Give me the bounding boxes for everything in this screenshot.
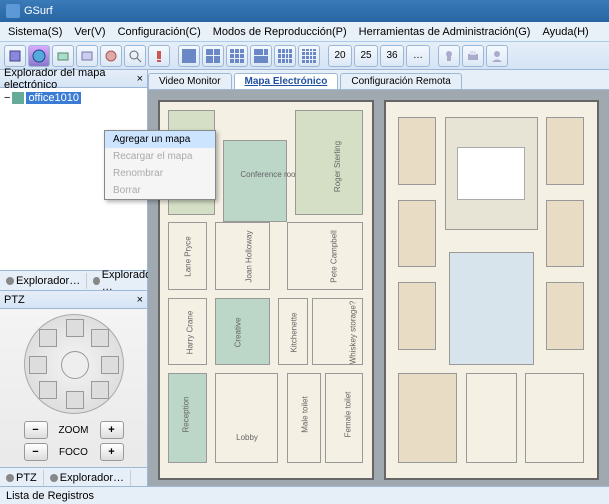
map-icon xyxy=(12,92,24,104)
tool-print[interactable] xyxy=(462,45,484,67)
ptz-right[interactable] xyxy=(101,356,119,374)
context-menu: Agregar un mapa Recargar el mapa Renombr… xyxy=(104,130,216,200)
dot-icon xyxy=(93,277,100,285)
floor-plan-right[interactable] xyxy=(384,100,600,480)
room-label: Female toilet xyxy=(343,392,352,438)
ctx-delete[interactable]: Borrar xyxy=(105,182,215,199)
tool-alert[interactable] xyxy=(148,45,170,67)
ctx-add-map[interactable]: Agregar un mapa xyxy=(105,131,215,148)
ptz-left[interactable] xyxy=(29,356,47,374)
room-label: Conference room xyxy=(240,170,302,179)
ptz-center[interactable] xyxy=(61,351,89,379)
room-label: Joan Holloway xyxy=(245,231,254,283)
dot-icon xyxy=(50,474,58,482)
ptz-title-label: PTZ xyxy=(4,294,25,306)
focus-label: FOCO xyxy=(54,447,94,458)
room-label: Roger Sterling xyxy=(333,141,342,192)
close-icon[interactable]: × xyxy=(137,73,143,85)
menu-herramientas[interactable]: Herramientas de Administración(G) xyxy=(353,24,537,40)
status-label: Lista de Registros xyxy=(6,490,94,502)
zoom-in[interactable]: + xyxy=(100,421,124,439)
ctx-rename[interactable]: Renombrar xyxy=(105,165,215,182)
dot-icon xyxy=(6,474,14,482)
tool-search[interactable] xyxy=(124,45,146,67)
tool-globe[interactable] xyxy=(28,45,50,67)
app-title: GSurf xyxy=(24,5,53,17)
room-label: Reception xyxy=(182,397,191,433)
room-label: Whiskey storage? xyxy=(348,300,357,364)
ptz-dpad xyxy=(0,309,147,419)
tab-remota[interactable]: Configuración Remota xyxy=(340,73,462,89)
ptz-sw[interactable] xyxy=(39,381,57,399)
map-view[interactable]: Don Draper Conference room Roger Sterlin… xyxy=(148,90,609,490)
room-label: Lobby xyxy=(236,433,258,442)
tree-item-label: office1010 xyxy=(26,92,81,104)
status-bar: Lista de Registros xyxy=(0,486,609,504)
left-tab-a[interactable]: Explorador… xyxy=(0,273,87,289)
focus-out[interactable]: − xyxy=(24,443,48,461)
layout-1x1[interactable] xyxy=(178,45,200,67)
layout-3x3[interactable] xyxy=(226,45,248,67)
ptz-tab-a[interactable]: PTZ xyxy=(0,470,44,486)
tool-joystick[interactable] xyxy=(438,45,460,67)
tab-video[interactable]: Video Monitor xyxy=(148,73,232,89)
tool-3[interactable] xyxy=(52,45,74,67)
layout-4x3[interactable] xyxy=(274,45,296,67)
tool-record[interactable] xyxy=(100,45,122,67)
layout-25[interactable]: 25 xyxy=(354,45,378,67)
right-pane: Video Monitor Mapa Electrónico Configura… xyxy=(148,70,609,490)
tab-mapa[interactable]: Mapa Electrónico xyxy=(234,73,339,89)
layout-4x4[interactable] xyxy=(298,45,320,67)
tree-item-office1010[interactable]: − office1010 xyxy=(4,92,143,104)
ctx-reload-map[interactable]: Recargar el mapa xyxy=(105,148,215,165)
room-label: Pete Campbell xyxy=(330,231,339,283)
room-label: Harry Crane xyxy=(186,310,195,354)
tool-1[interactable] xyxy=(4,45,26,67)
menu-ver[interactable]: Ver(V) xyxy=(68,24,111,40)
main-tabs: Video Monitor Mapa Electrónico Configura… xyxy=(148,70,609,90)
zoom-out[interactable]: − xyxy=(24,421,48,439)
layout-mix[interactable] xyxy=(250,45,272,67)
ptz-title: PTZ × xyxy=(0,291,147,309)
layout-more[interactable]: … xyxy=(406,45,430,67)
left-bottom-tabs: Explorador… Explorador … xyxy=(0,270,147,290)
ptz-tab-b[interactable]: Explorador… xyxy=(44,470,131,486)
ptz-se[interactable] xyxy=(91,381,109,399)
ptz-nw[interactable] xyxy=(39,329,57,347)
close-icon[interactable]: × xyxy=(137,294,143,306)
ptz-down[interactable] xyxy=(66,391,84,409)
app-icon xyxy=(6,4,20,18)
ptz-panel: PTZ × − ZOOM + xyxy=(0,290,147,490)
map-explorer-label: Explorador del mapa electrónico xyxy=(4,67,137,91)
ptz-ne[interactable] xyxy=(91,329,109,347)
zoom-label: ZOOM xyxy=(54,425,94,436)
ptz-tabs: PTZ Explorador… xyxy=(0,467,147,487)
map-explorer-title: Explorador del mapa electrónico × xyxy=(0,70,147,88)
tree-expand-icon[interactable]: − xyxy=(4,92,10,104)
dot-icon xyxy=(6,277,14,285)
menubar: Sistema(S) Ver(V) Configuración(C) Modos… xyxy=(0,22,609,42)
layout-20[interactable]: 20 xyxy=(328,45,352,67)
layout-2x2[interactable] xyxy=(202,45,224,67)
menu-ayuda[interactable]: Ayuda(H) xyxy=(536,24,594,40)
tool-client[interactable] xyxy=(486,45,508,67)
room-label: Kitchenette xyxy=(290,312,299,352)
ptz-up[interactable] xyxy=(66,319,84,337)
room-label: Lane Pryce xyxy=(184,237,193,277)
menu-sistema[interactable]: Sistema(S) xyxy=(2,24,68,40)
menu-config[interactable]: Configuración(C) xyxy=(112,24,207,40)
menu-modos[interactable]: Modos de Reproducción(P) xyxy=(207,24,353,40)
titlebar: GSurf xyxy=(0,0,609,22)
layout-36[interactable]: 36 xyxy=(380,45,404,67)
room-label: Male toilet xyxy=(301,397,310,433)
room-label: Creative xyxy=(234,317,243,347)
tool-4[interactable] xyxy=(76,45,98,67)
focus-in[interactable]: + xyxy=(100,443,124,461)
